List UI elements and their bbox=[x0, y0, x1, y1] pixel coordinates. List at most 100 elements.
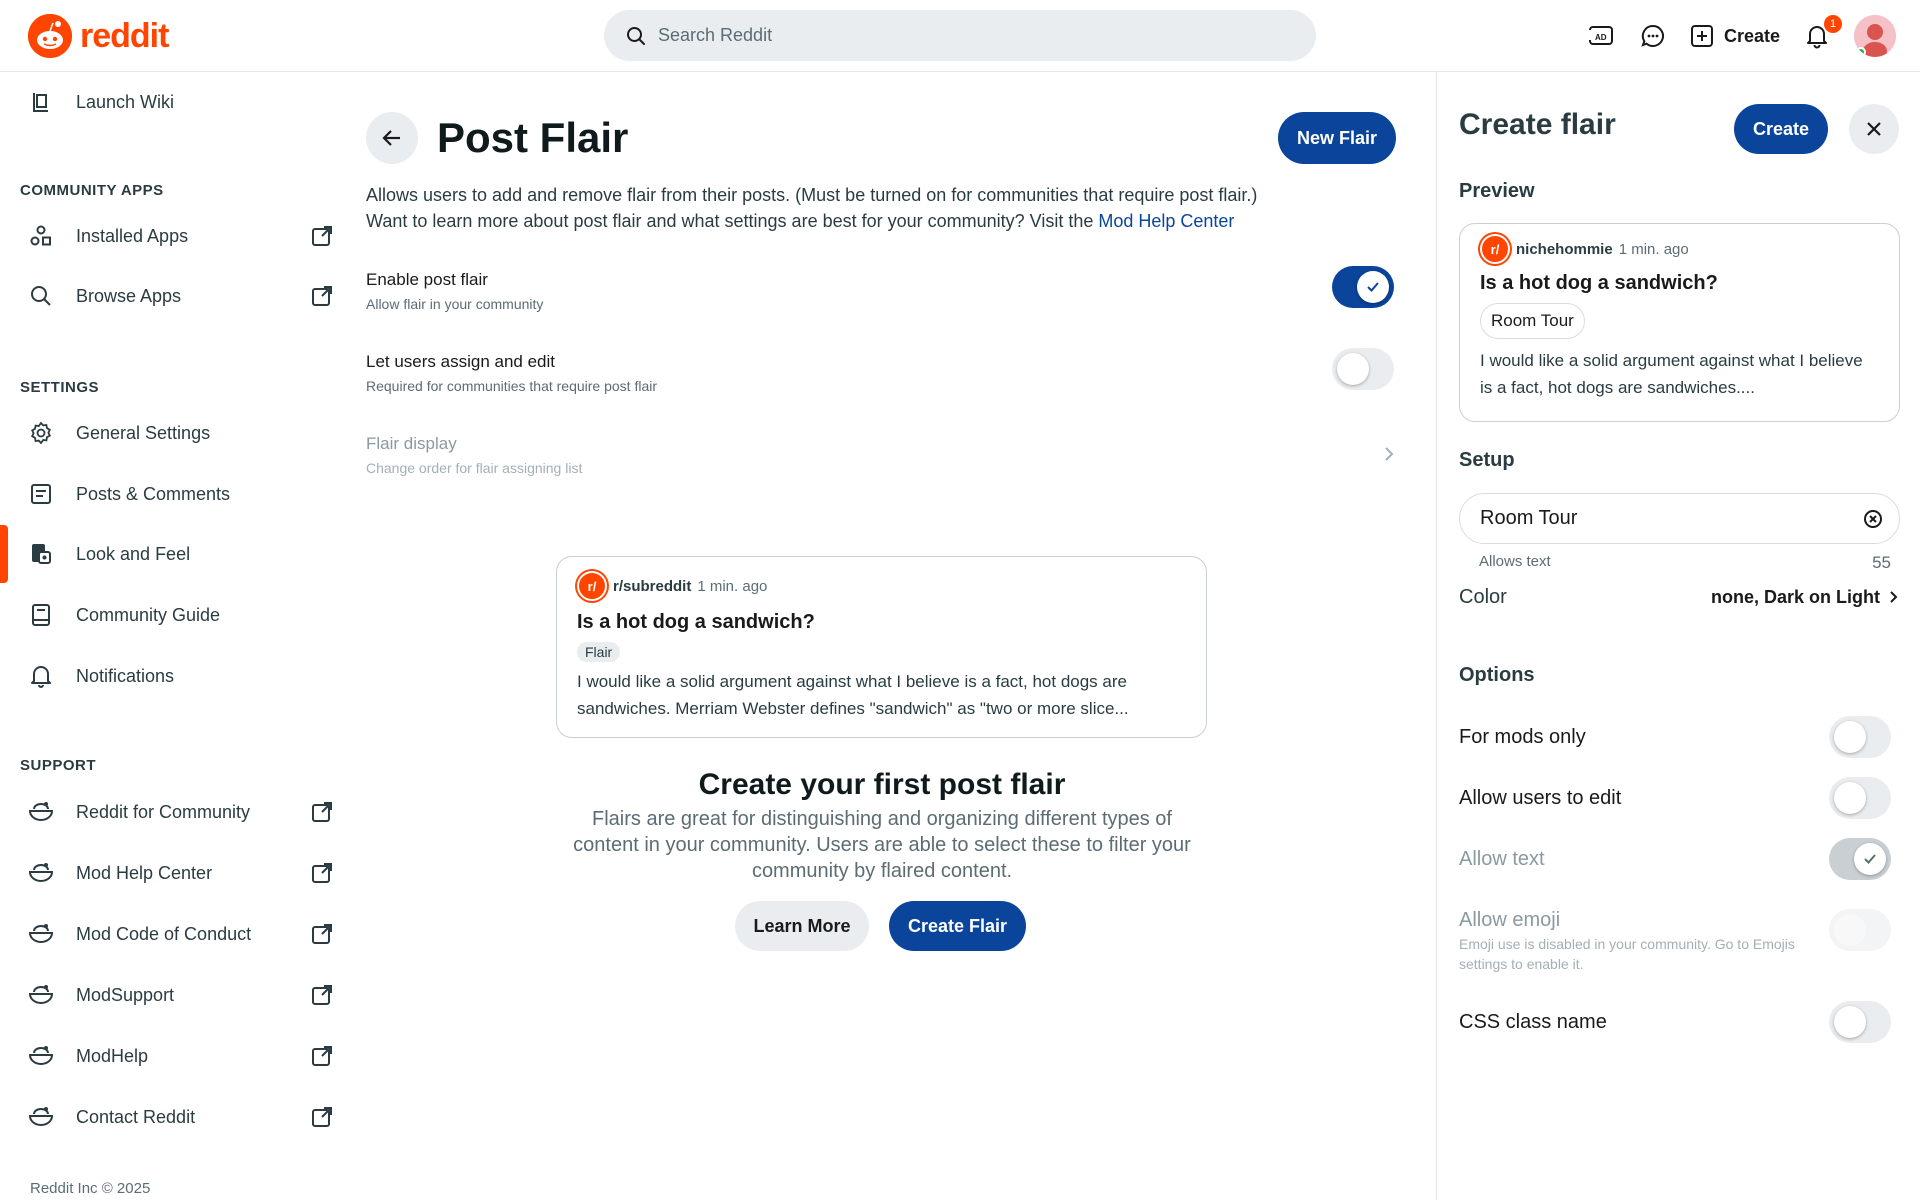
snoo-logo-icon bbox=[28, 14, 72, 58]
for-mods-only-toggle[interactable] bbox=[1829, 716, 1891, 758]
external-link-icon bbox=[312, 1107, 332, 1127]
apps-icon bbox=[28, 223, 54, 249]
options-heading: Options bbox=[1459, 664, 1535, 686]
sidebar-item-browse-apps[interactable]: Browse Apps bbox=[0, 266, 350, 326]
mod-help-center-link[interactable]: Mod Help Center bbox=[1098, 211, 1234, 231]
advertise-icon[interactable]: AD bbox=[1586, 21, 1616, 51]
page-title: Post Flair bbox=[437, 114, 629, 161]
search-bar[interactable] bbox=[604, 10, 1316, 61]
sidebar-item-look-and-feel[interactable]: Look and Feel bbox=[0, 524, 350, 584]
search-icon bbox=[28, 283, 54, 309]
sidebar-item-label: Posts & Comments bbox=[76, 483, 231, 504]
flair-text-field[interactable] bbox=[1459, 493, 1900, 544]
empty-state-title: Create your first post flair bbox=[698, 768, 1066, 801]
guide-icon bbox=[28, 602, 54, 628]
option-allow-emoji: Allow emoji Emoji use is disabled in you… bbox=[1459, 909, 1900, 974]
description-text: Want to learn more about post flair and … bbox=[366, 211, 1099, 231]
check-icon bbox=[1864, 854, 1876, 864]
external-link-icon bbox=[312, 286, 332, 306]
flair-preview-card: r/ nichehommie 1 min. ago Is a hot dog a… bbox=[1459, 223, 1900, 422]
post-time: 1 min. ago bbox=[1618, 240, 1689, 258]
description-line: Allows users to add and remove flair fro… bbox=[366, 185, 1258, 205]
clear-input-icon[interactable] bbox=[1861, 507, 1885, 531]
notification-bell-icon[interactable]: 1 bbox=[1802, 15, 1842, 51]
plus-square-icon bbox=[1690, 25, 1713, 47]
flair-text-input[interactable] bbox=[1480, 507, 1850, 530]
post-meta: r/ nichehommie 1 min. ago bbox=[1480, 234, 1879, 264]
create-post-button[interactable]: Create bbox=[1690, 24, 1780, 48]
snoo-icon bbox=[28, 1104, 54, 1130]
sidebar-item-label: Launch Wiki bbox=[76, 91, 175, 112]
setting-title: Enable post flair bbox=[366, 270, 488, 289]
color-setting-row[interactable]: Color none, Dark on Light bbox=[1459, 577, 1900, 617]
snoo-icon bbox=[28, 982, 54, 1008]
top-header: reddit AD Create 1 bbox=[0, 0, 1920, 72]
sidebar-item-contact-reddit[interactable]: Contact Reddit bbox=[0, 1087, 350, 1147]
header-actions: AD Create 1 bbox=[1586, 14, 1896, 58]
color-value-text: none, Dark on Light bbox=[1711, 586, 1880, 607]
sidebar-item-label: Browse Apps bbox=[76, 285, 182, 306]
user-community-icon: r/ bbox=[1480, 234, 1510, 264]
sidebar-item-notifications[interactable]: Notifications bbox=[0, 646, 350, 706]
section-heading-settings: SETTINGS bbox=[20, 379, 100, 396]
back-button[interactable] bbox=[366, 112, 418, 164]
sidebar-item-mod-help-center[interactable]: Mod Help Center bbox=[0, 843, 350, 903]
sidebar-item-launch-wiki[interactable]: Launch Wiki bbox=[0, 72, 350, 132]
sidebar-item-community-guide[interactable]: Community Guide bbox=[0, 585, 350, 645]
setting-flair-display: Flair display Change order for flair ass… bbox=[366, 434, 1406, 494]
chevron-right-icon[interactable] bbox=[1382, 444, 1396, 464]
post-meta: r/ r/subreddit 1 min. ago bbox=[577, 571, 1186, 601]
page-description: Allows users to add and remove flair fro… bbox=[366, 182, 1406, 234]
sidebar-item-modhelp[interactable]: ModHelp bbox=[0, 1026, 350, 1086]
posts-icon bbox=[28, 481, 54, 507]
chat-icon[interactable] bbox=[1638, 21, 1668, 51]
chevron-right-icon bbox=[1890, 591, 1898, 603]
sidebar-item-label: Mod Code of Conduct bbox=[76, 923, 252, 944]
reddit-logo[interactable]: reddit bbox=[28, 14, 169, 58]
toggle-knob bbox=[1834, 914, 1866, 946]
allow-users-to-edit-toggle[interactable] bbox=[1829, 777, 1891, 819]
post-username: nichehommie bbox=[1516, 240, 1613, 258]
sidebar-item-installed-apps[interactable]: Installed Apps bbox=[0, 206, 350, 266]
setting-subtitle: Allow flair in your community bbox=[366, 296, 544, 312]
panel-create-button[interactable]: Create bbox=[1734, 104, 1828, 154]
toggle-knob bbox=[1834, 721, 1866, 753]
snoo-icon bbox=[28, 1043, 54, 1069]
option-allow-users-to-edit: Allow users to edit bbox=[1459, 777, 1900, 819]
enable-post-flair-toggle[interactable] bbox=[1332, 266, 1394, 308]
setting-title: Flair display bbox=[366, 434, 457, 453]
check-icon bbox=[1367, 282, 1379, 292]
let-users-assign-toggle[interactable] bbox=[1332, 348, 1394, 390]
allow-text-toggle[interactable] bbox=[1829, 838, 1891, 880]
close-panel-button[interactable] bbox=[1849, 104, 1899, 154]
post-flair-tag: Flair bbox=[577, 642, 621, 662]
setting-title: Let users assign and edit bbox=[366, 352, 556, 371]
new-flair-button[interactable]: New Flair bbox=[1278, 112, 1396, 164]
learn-more-button[interactable]: Learn More bbox=[735, 901, 869, 951]
character-count: 55 bbox=[1872, 553, 1891, 572]
sidebar-item-reddit-for-community[interactable]: Reddit for Community bbox=[0, 782, 350, 842]
toggle-knob bbox=[1834, 1006, 1866, 1038]
sidebar-item-modsupport[interactable]: ModSupport bbox=[0, 965, 350, 1025]
sidebar-item-label: ModSupport bbox=[76, 984, 175, 1005]
search-input[interactable] bbox=[658, 25, 1258, 46]
svg-text:AD: AD bbox=[1595, 33, 1607, 42]
example-post-card: r/ r/subreddit 1 min. ago Is a hot dog a… bbox=[556, 556, 1207, 738]
close-icon bbox=[1867, 122, 1881, 136]
sidebar-item-mod-code-of-conduct[interactable]: Mod Code of Conduct bbox=[0, 904, 350, 964]
user-avatar[interactable] bbox=[1854, 15, 1896, 57]
snoo-icon bbox=[28, 921, 54, 947]
allow-emoji-toggle[interactable] bbox=[1829, 909, 1891, 951]
post-subreddit: r/subreddit bbox=[613, 577, 692, 595]
snoo-icon bbox=[28, 860, 54, 886]
sidebar-item-label: Mod Help Center bbox=[76, 862, 213, 883]
search-icon bbox=[627, 26, 645, 45]
toggle-knob bbox=[1834, 782, 1866, 814]
css-class-name-toggle[interactable] bbox=[1829, 1001, 1891, 1043]
sidebar-item-general-settings[interactable]: General Settings bbox=[0, 403, 350, 463]
arrow-left-icon bbox=[382, 130, 400, 146]
main-content: Post Flair New Flair Allows users to add… bbox=[350, 72, 1436, 1200]
sidebar-item-posts-comments[interactable]: Posts & Comments bbox=[0, 464, 350, 524]
description-line: Want to learn more about post flair and … bbox=[366, 208, 1406, 234]
create-flair-button[interactable]: Create Flair bbox=[889, 901, 1026, 951]
